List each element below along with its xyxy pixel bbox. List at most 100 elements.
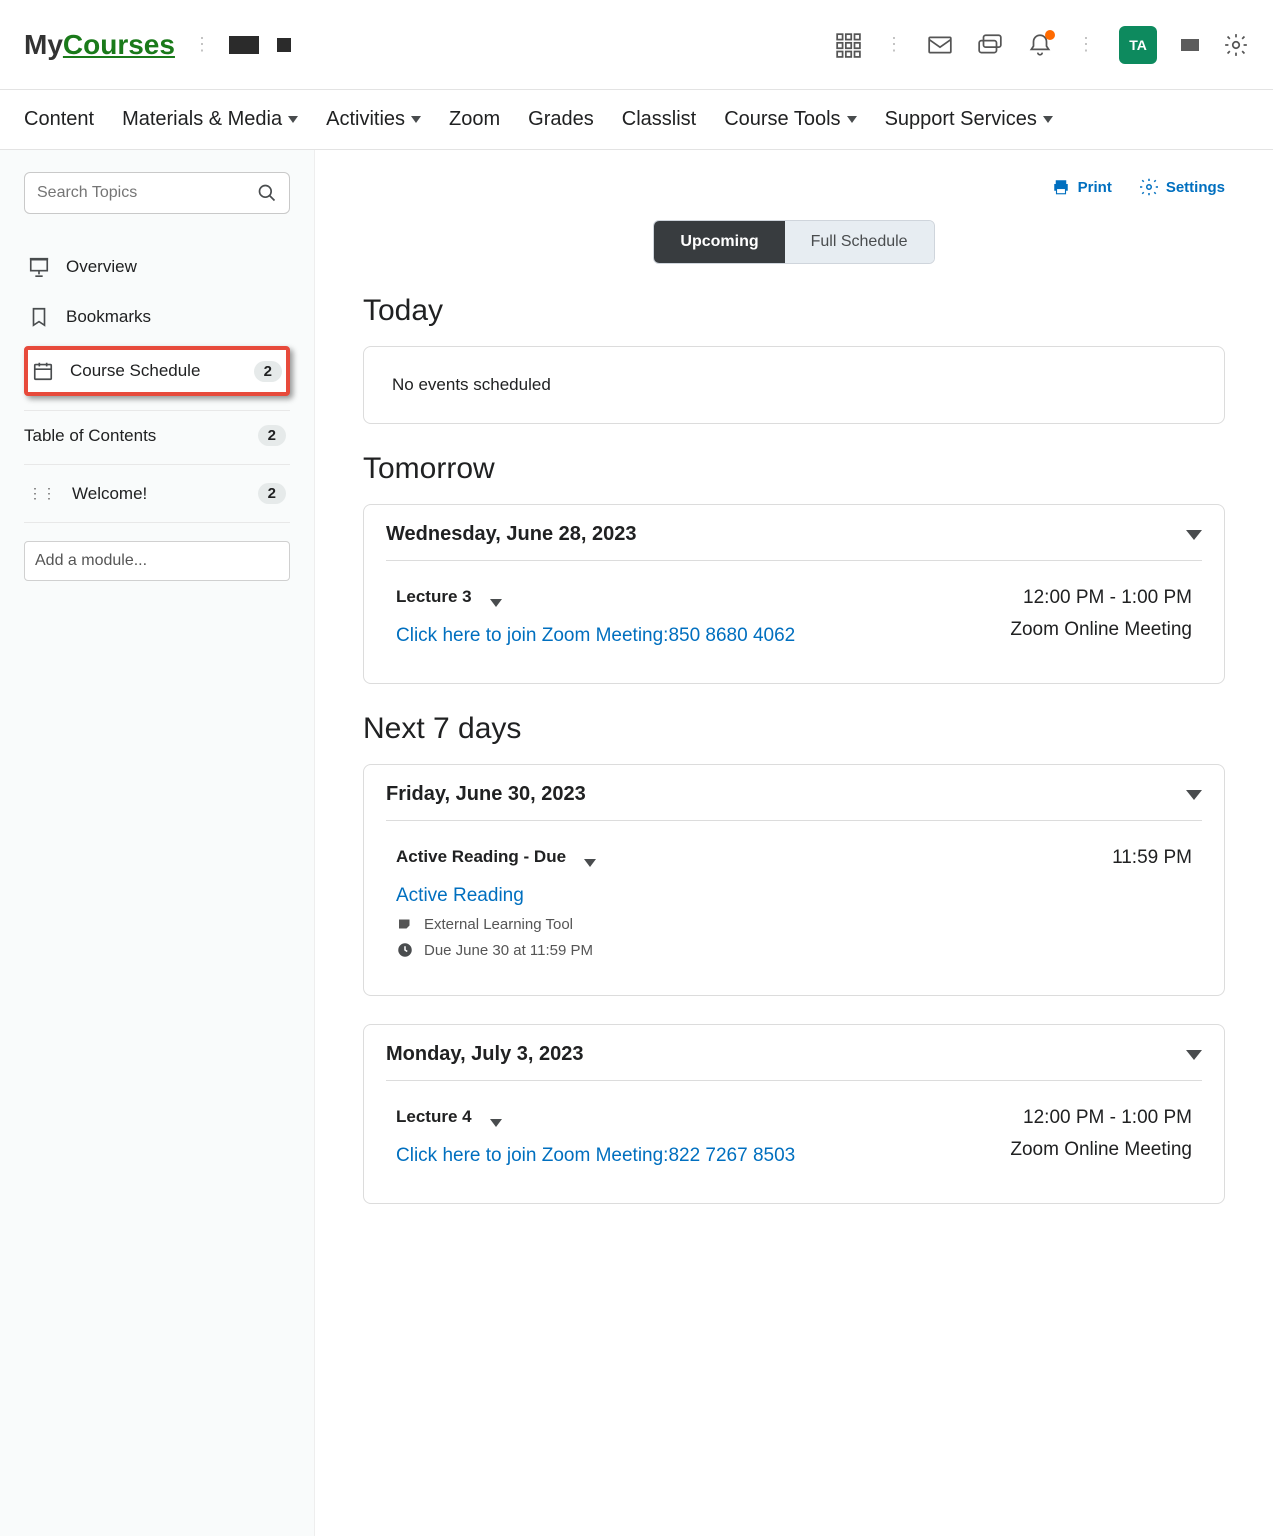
bell-icon[interactable] bbox=[1027, 32, 1053, 58]
active-reading-left: Active Reading - Due Active Reading Exte… bbox=[396, 847, 596, 959]
lecture4-location: Zoom Online Meeting bbox=[1010, 1139, 1192, 1161]
lecture3-time: 12:00 PM - 1:00 PM bbox=[1010, 587, 1192, 609]
tomorrow-date: Wednesday, June 28, 2023 bbox=[386, 523, 637, 546]
search-box[interactable] bbox=[24, 172, 290, 214]
divider-dots: ⋮ bbox=[193, 34, 211, 55]
header-right: ⋮ ⋮ TA bbox=[835, 26, 1249, 64]
chevron-down-icon bbox=[847, 116, 857, 123]
chevron-down-icon bbox=[1043, 116, 1053, 123]
nav-grades-label: Grades bbox=[528, 108, 594, 131]
header-left: MyCourses ⋮ bbox=[24, 29, 291, 61]
gear-icon[interactable] bbox=[1223, 32, 1249, 58]
search-input[interactable] bbox=[37, 184, 257, 202]
nav-materials-label: Materials & Media bbox=[122, 108, 282, 131]
sidebar-item-course-schedule[interactable]: Course Schedule 2 bbox=[24, 346, 290, 396]
lecture4-zoom-link[interactable]: Click here to join Zoom Meeting:822 7267… bbox=[396, 1145, 795, 1167]
settings-button[interactable]: Settings bbox=[1140, 178, 1225, 196]
welcome-badge: 2 bbox=[258, 483, 286, 504]
logo-courses: Courses bbox=[63, 29, 175, 60]
gear-icon bbox=[1140, 178, 1158, 196]
sidebar-welcome-label: Welcome! bbox=[72, 484, 147, 504]
lecture4-left: Lecture 4 Click here to join Zoom Meetin… bbox=[396, 1107, 795, 1167]
active-reading-title-row: Active Reading - Due bbox=[396, 847, 596, 867]
divider bbox=[24, 522, 290, 523]
sidebar-item-welcome[interactable]: ⋮⋮ Welcome! 2 bbox=[24, 469, 290, 518]
logo-my: My bbox=[24, 29, 63, 60]
lecture3-location: Zoom Online Meeting bbox=[1010, 619, 1192, 641]
tomorrow-card: Wednesday, June 28, 2023 Lecture 3 Click… bbox=[363, 504, 1225, 684]
tab-upcoming[interactable]: Upcoming bbox=[654, 221, 784, 263]
nav-content[interactable]: Content bbox=[24, 108, 94, 131]
active-reading-right: 11:59 PM bbox=[1112, 847, 1192, 959]
divider-dots-3: ⋮ bbox=[1077, 34, 1095, 55]
monday-date-header: Monday, July 3, 2023 bbox=[386, 1043, 1202, 1081]
schedule-tabs: Upcoming Full Schedule bbox=[363, 220, 1225, 264]
nav-grades[interactable]: Grades bbox=[528, 108, 594, 131]
nav-zoom[interactable]: Zoom bbox=[449, 108, 500, 131]
monday-date: Monday, July 3, 2023 bbox=[386, 1043, 584, 1066]
expand-chevron-icon[interactable] bbox=[490, 1119, 502, 1127]
collapse-chevron-icon[interactable] bbox=[1186, 790, 1202, 800]
sidebar-item-overview[interactable]: Overview bbox=[24, 242, 290, 292]
apps-icon[interactable] bbox=[835, 32, 861, 58]
nav-activities[interactable]: Activities bbox=[326, 108, 421, 131]
chat-icon[interactable] bbox=[977, 32, 1003, 58]
redacted-block-2 bbox=[277, 38, 291, 52]
sidebar-item-bookmarks[interactable]: Bookmarks bbox=[24, 292, 290, 342]
drag-handle-icon[interactable]: ⋮⋮ bbox=[28, 485, 56, 502]
friday-date-header: Friday, June 30, 2023 bbox=[386, 783, 1202, 821]
add-module-input[interactable]: Add a module... bbox=[24, 541, 290, 581]
divider bbox=[24, 464, 290, 465]
course-nav: Content Materials & Media Activities Zoo… bbox=[0, 90, 1273, 150]
active-reading-title: Active Reading - Due bbox=[396, 847, 566, 867]
today-heading: Today bbox=[363, 294, 1225, 328]
presentation-icon bbox=[28, 256, 50, 278]
print-label: Print bbox=[1078, 179, 1112, 196]
expand-chevron-icon[interactable] bbox=[490, 599, 502, 607]
friday-date: Friday, June 30, 2023 bbox=[386, 783, 586, 806]
lecture4-time: 12:00 PM - 1:00 PM bbox=[1010, 1107, 1192, 1129]
logo[interactable]: MyCourses bbox=[24, 29, 175, 61]
sidebar-item-toc[interactable]: Table of Contents 2 bbox=[24, 410, 290, 460]
clock-icon bbox=[396, 941, 414, 959]
tab-full-schedule[interactable]: Full Schedule bbox=[785, 221, 934, 263]
calendar-icon bbox=[32, 360, 54, 382]
print-icon bbox=[1052, 178, 1070, 196]
nav-content-label: Content bbox=[24, 108, 94, 131]
lecture4-title: Lecture 4 bbox=[396, 1107, 472, 1127]
due-text: Due June 30 at 11:59 PM bbox=[424, 942, 593, 959]
lecture3-zoom-link[interactable]: Click here to join Zoom Meeting:850 8680… bbox=[396, 625, 795, 647]
today-empty-card: No events scheduled bbox=[363, 346, 1225, 424]
tomorrow-date-header: Wednesday, June 28, 2023 bbox=[386, 523, 1202, 561]
notification-dot bbox=[1045, 30, 1055, 40]
nav-materials[interactable]: Materials & Media bbox=[122, 108, 298, 131]
lecture3-title-row: Lecture 3 bbox=[396, 587, 795, 607]
nav-support-label: Support Services bbox=[885, 108, 1037, 131]
print-button[interactable]: Print bbox=[1052, 178, 1112, 196]
collapse-chevron-icon[interactable] bbox=[1186, 1050, 1202, 1060]
tomorrow-heading: Tomorrow bbox=[363, 452, 1225, 486]
active-reading-link[interactable]: Active Reading bbox=[396, 885, 524, 906]
search-icon bbox=[257, 183, 277, 203]
chevron-down-icon bbox=[288, 116, 298, 123]
settings-label: Settings bbox=[1166, 179, 1225, 196]
active-reading-event: Active Reading - Due Active Reading Exte… bbox=[386, 843, 1202, 977]
nav-classlist[interactable]: Classlist bbox=[622, 108, 696, 131]
lecture3-right: 12:00 PM - 1:00 PM Zoom Online Meeting bbox=[1010, 587, 1192, 647]
today-empty-text: No events scheduled bbox=[392, 375, 551, 394]
body: Overview Bookmarks Course Schedule 2 Tab… bbox=[0, 150, 1273, 1536]
expand-chevron-icon[interactable] bbox=[584, 859, 596, 867]
nav-activities-label: Activities bbox=[326, 108, 405, 131]
nav-zoom-label: Zoom bbox=[449, 108, 500, 131]
avatar[interactable]: TA bbox=[1119, 26, 1157, 64]
sidebar-bookmarks-label: Bookmarks bbox=[66, 307, 151, 327]
active-reading-time: 11:59 PM bbox=[1112, 847, 1192, 869]
mail-icon[interactable] bbox=[927, 32, 953, 58]
main-content: Print Settings Upcoming Full Schedule To… bbox=[315, 150, 1273, 1536]
nav-course-tools[interactable]: Course Tools bbox=[724, 108, 856, 131]
nav-support[interactable]: Support Services bbox=[885, 108, 1053, 131]
collapse-chevron-icon[interactable] bbox=[1186, 530, 1202, 540]
redacted-block-1 bbox=[229, 36, 259, 54]
nav-classlist-label: Classlist bbox=[622, 108, 696, 131]
lecture3-title: Lecture 3 bbox=[396, 587, 472, 607]
